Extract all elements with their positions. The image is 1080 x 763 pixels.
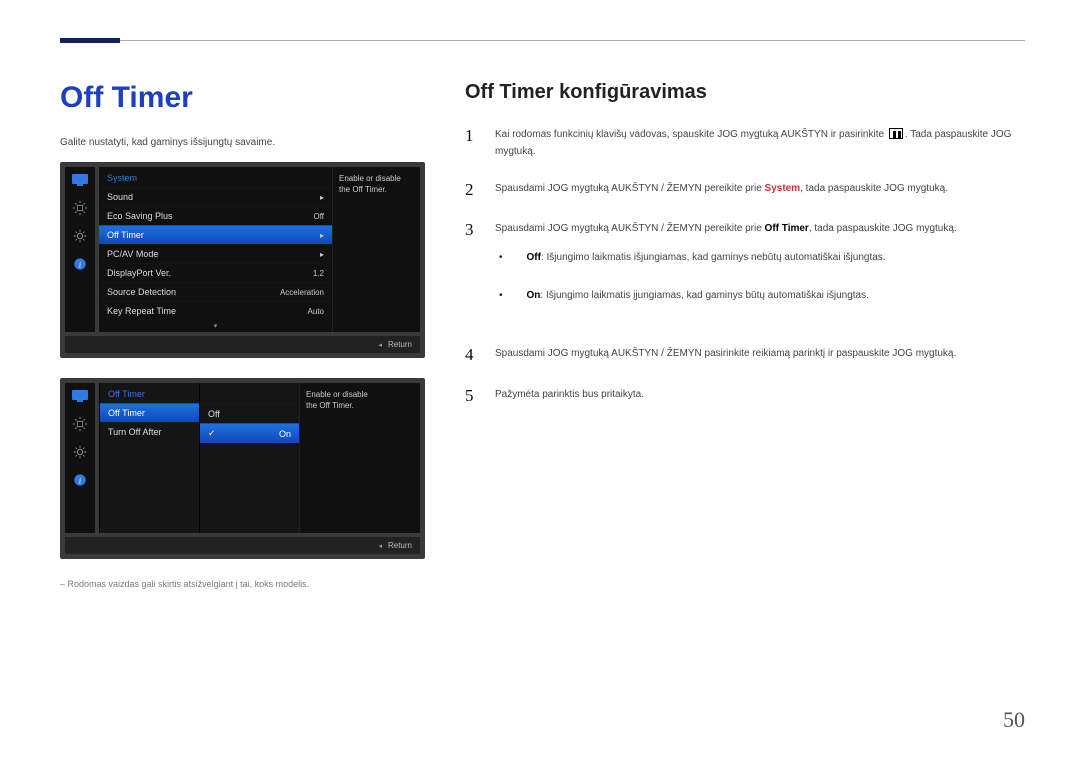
osd-option-label: On	[279, 429, 291, 439]
header-rule	[60, 40, 1025, 41]
check-icon: ✓	[208, 428, 216, 439]
step-item: 1 Kai rodomas funkcinių klavišų vadovas, …	[465, 126, 1025, 160]
step-item: 2 Spausdami JOG mygtuką AUKŠTYN / ŽEMYN p…	[465, 180, 1025, 200]
osd-row[interactable]: Key Repeat Time Auto	[99, 301, 332, 320]
step-item: 3Spausdami JOG mygtuką AUKŠTYN / ŽEMYN p…	[465, 220, 1025, 325]
osd-offtimer-menu: i Off TimerOff TimerTurn Off After Off✓O…	[60, 378, 425, 559]
page-title: Off Timer	[60, 81, 425, 115]
osd-row[interactable]: Turn Off After	[100, 422, 199, 441]
osd-row[interactable]: PC/AV Mode ▸	[99, 244, 332, 263]
osd-footer: ◂ Return	[65, 537, 420, 554]
osd-row-label: Eco Saving Plus	[107, 211, 173, 221]
osd-row[interactable]: Off Timer	[100, 403, 199, 422]
osd-row[interactable]: Eco Saving Plus Off	[99, 206, 332, 225]
picture-icon	[71, 389, 89, 403]
osd-help-text: Enable or disable the Off Timer.	[332, 167, 420, 332]
osd-row-value: ▸	[320, 193, 324, 202]
step-number: 4	[465, 345, 481, 365]
sublist-item: Off: Išjungimo laikmatis išjungiamas, ka…	[495, 249, 1025, 267]
osd-option[interactable]: Off	[200, 404, 299, 423]
adjust-icon	[71, 201, 89, 215]
osd-system-menu: i System Sound ▸ Eco Saving Plus Off Off Time…	[60, 162, 425, 358]
osd-menu-title: System	[99, 167, 332, 187]
chevron-down-icon: ▾	[99, 320, 332, 332]
osd-row-label: Sound	[107, 192, 133, 202]
image-caption: Rodomas vaizdas gali skirtis atsižvelgia…	[60, 579, 425, 589]
gear-icon	[71, 229, 89, 243]
step-text: Kai rodomas funkcinių klavišų vadovas, s…	[495, 126, 1025, 160]
step-text: Pažymėta parinktis bus pritaikyta.	[495, 386, 1025, 406]
osd-side-icons: i	[65, 167, 95, 332]
osd2-list: Off TimerOff TimerTurn Off After	[99, 383, 199, 533]
return-label: Return	[388, 340, 412, 349]
osd-row[interactable]: DisplayPort Ver. 1.2	[99, 263, 332, 282]
osd-row-value: Acceleration	[280, 288, 324, 297]
intro-text: Galite nustatyti, kad gaminys išsijungtų…	[60, 137, 425, 148]
adjust-icon	[71, 417, 89, 431]
osd-row-value: ▸	[320, 250, 324, 259]
gear-icon	[71, 445, 89, 459]
info-icon: i	[71, 473, 89, 487]
osd-row-label: Key Repeat Time	[107, 306, 176, 316]
osd-row-value: Auto	[308, 307, 324, 316]
info-icon: i	[71, 257, 89, 271]
header-accent	[60, 38, 120, 43]
step-sublist: Off: Išjungimo laikmatis išjungiamas, ka…	[495, 249, 1025, 305]
sublist-item: On: Išjungimo laikmatis įjungiamas, kad …	[495, 287, 1025, 305]
picture-icon	[71, 173, 89, 187]
page-number: 50	[1003, 707, 1025, 733]
step-text: Spausdami JOG mygtuką AUKŠTYN / ŽEMYN pe…	[495, 220, 1025, 325]
triangle-left-icon: ◂	[378, 542, 382, 550]
osd-option-label: Off	[208, 409, 220, 419]
osd-row-label: PC/AV Mode	[107, 249, 158, 259]
osd-row-label: Off Timer	[107, 230, 144, 240]
osd-row-value: ▸	[320, 231, 324, 240]
step-number: 5	[465, 386, 481, 406]
step-item: 5 Pažymėta parinktis bus pritaikyta.	[465, 386, 1025, 406]
osd-row[interactable]: Sound ▸	[99, 187, 332, 206]
step-text: Spausdami JOG mygtuką AUKŠTYN / ŽEMYN pe…	[495, 180, 1025, 200]
osd-help-text: Enable or disable the Off Timer.	[299, 383, 387, 533]
step-item: 4 Spausdami JOG mygtuką AUKŠTYN / ŽEMYN p…	[465, 345, 1025, 365]
step-text: Spausdami JOG mygtuką AUKŠTYN / ŽEMYN pa…	[495, 345, 1025, 365]
osd1-list: System Sound ▸ Eco Saving Plus Off Off Timer ▸…	[99, 167, 332, 332]
osd-side-icons: i	[65, 383, 95, 533]
osd-option[interactable]: ✓ On	[200, 423, 299, 443]
osd2-options: Off ✓ On	[199, 383, 299, 533]
return-label: Return	[388, 541, 412, 550]
triangle-left-icon: ◂	[378, 341, 382, 349]
section-subtitle: Off Timer konfigūravimas	[465, 81, 1025, 104]
menu-icon	[889, 128, 903, 139]
osd-row[interactable]: Source Detection Acceleration	[99, 282, 332, 301]
osd-row-value: Off	[313, 212, 324, 221]
osd-row-label: DisplayPort Ver.	[107, 268, 171, 278]
steps-list: 1 Kai rodomas funkcinių klavišų vadovas, …	[465, 126, 1025, 406]
osd-menu-title: Off Timer	[100, 383, 199, 403]
osd-row-label: Source Detection	[107, 287, 176, 297]
osd-row-value: 1.2	[313, 269, 324, 278]
step-number: 3	[465, 220, 481, 325]
osd-footer: ◂ Return	[65, 336, 420, 353]
osd-row[interactable]: Off Timer ▸	[99, 225, 332, 244]
step-number: 1	[465, 126, 481, 160]
step-number: 2	[465, 180, 481, 200]
